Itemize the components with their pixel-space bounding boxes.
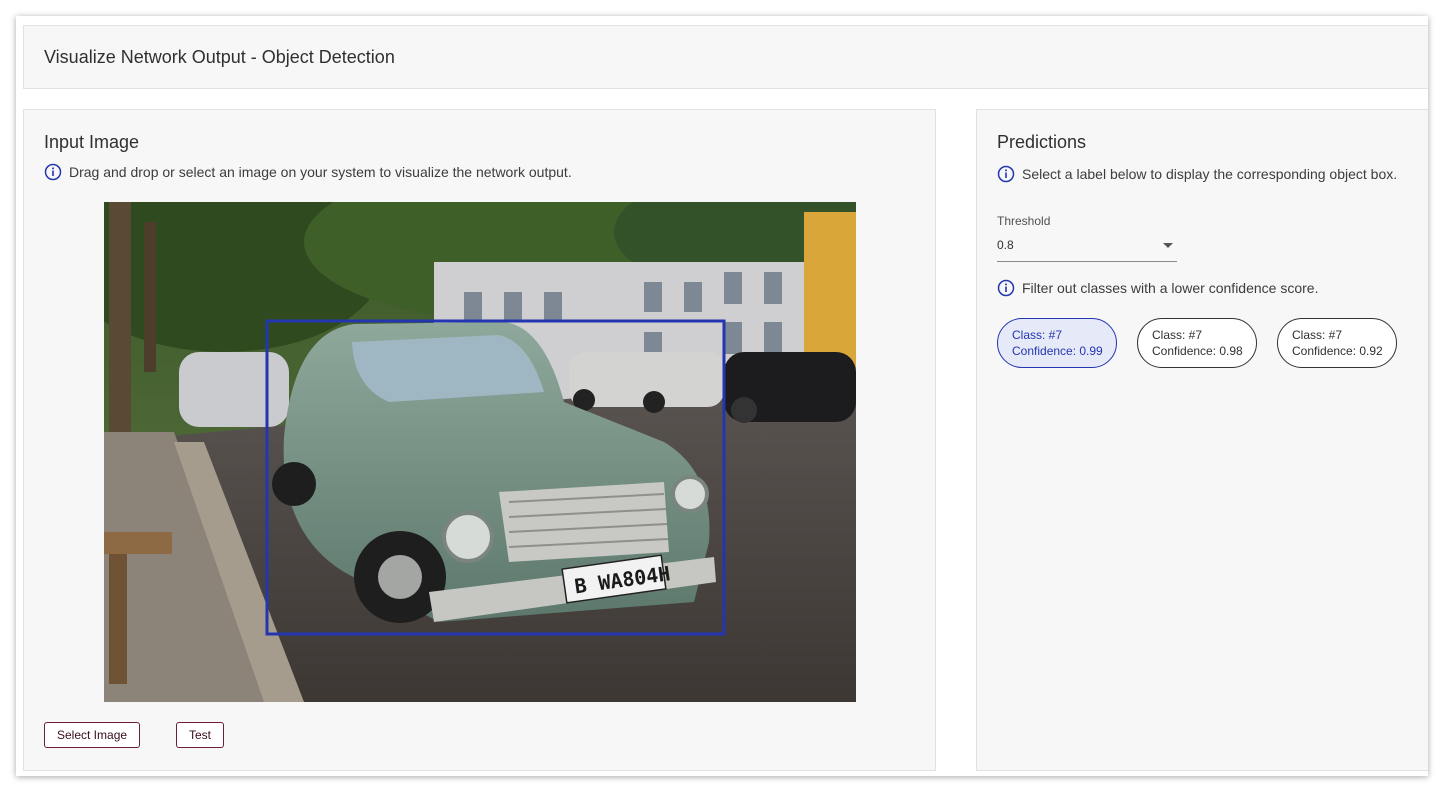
- chip-class-text: Class: #7: [1152, 328, 1203, 342]
- caret-down-icon: [1163, 243, 1173, 248]
- prediction-chip[interactable]: Class: #7 Confidence: 0.98: [1137, 318, 1257, 368]
- predictions-panel: Predictions Select a label below to disp…: [976, 109, 1428, 771]
- chip-confidence-text: Confidence: 0.99: [1012, 344, 1103, 358]
- page-title: Visualize Network Output - Object Detect…: [44, 47, 395, 67]
- chip-confidence-text: Confidence: 0.92: [1292, 344, 1383, 358]
- threshold-select[interactable]: 0.8: [997, 234, 1177, 262]
- predictions-info-text: Select a label below to display the corr…: [1022, 166, 1398, 182]
- car-photo: B WA804H: [104, 202, 856, 702]
- test-button[interactable]: Test: [176, 722, 225, 748]
- threshold-label: Threshold: [997, 214, 1051, 228]
- input-image-title: Input Image: [44, 132, 140, 152]
- info-circle-icon: [997, 165, 1015, 183]
- predictions-title: Predictions: [997, 132, 1087, 152]
- predictions-info-row: Select a label below to display the corr…: [997, 165, 1397, 183]
- chip-confidence-text: Confidence: 0.98: [1152, 344, 1243, 358]
- input-info-row: Drag and drop or select an image on your…: [44, 163, 572, 181]
- header-card: Visualize Network Output - Object Detect…: [23, 25, 1428, 89]
- prediction-chip[interactable]: Class: #7 Confidence: 0.99: [997, 318, 1117, 368]
- info-circle-icon: [44, 163, 62, 181]
- filter-info-text: Filter out classes with a lower confiden…: [1022, 280, 1319, 296]
- threshold-value: 0.8: [997, 238, 1014, 252]
- input-image-panel: Input Image Drag and drop or select an i…: [23, 109, 936, 771]
- input-image[interactable]: B WA804H: [104, 202, 856, 702]
- prediction-chip[interactable]: Class: #7 Confidence: 0.92: [1277, 318, 1397, 368]
- filter-info-row: Filter out classes with a lower confiden…: [997, 279, 1318, 297]
- select-image-button[interactable]: Select Image: [44, 722, 141, 748]
- input-info-text: Drag and drop or select an image on your…: [69, 164, 572, 180]
- app-window: Visualize Network Output - Object Detect…: [16, 16, 1428, 776]
- chip-class-text: Class: #7: [1012, 328, 1063, 342]
- chip-class-text: Class: #7: [1292, 328, 1343, 342]
- info-circle-icon: [997, 279, 1015, 297]
